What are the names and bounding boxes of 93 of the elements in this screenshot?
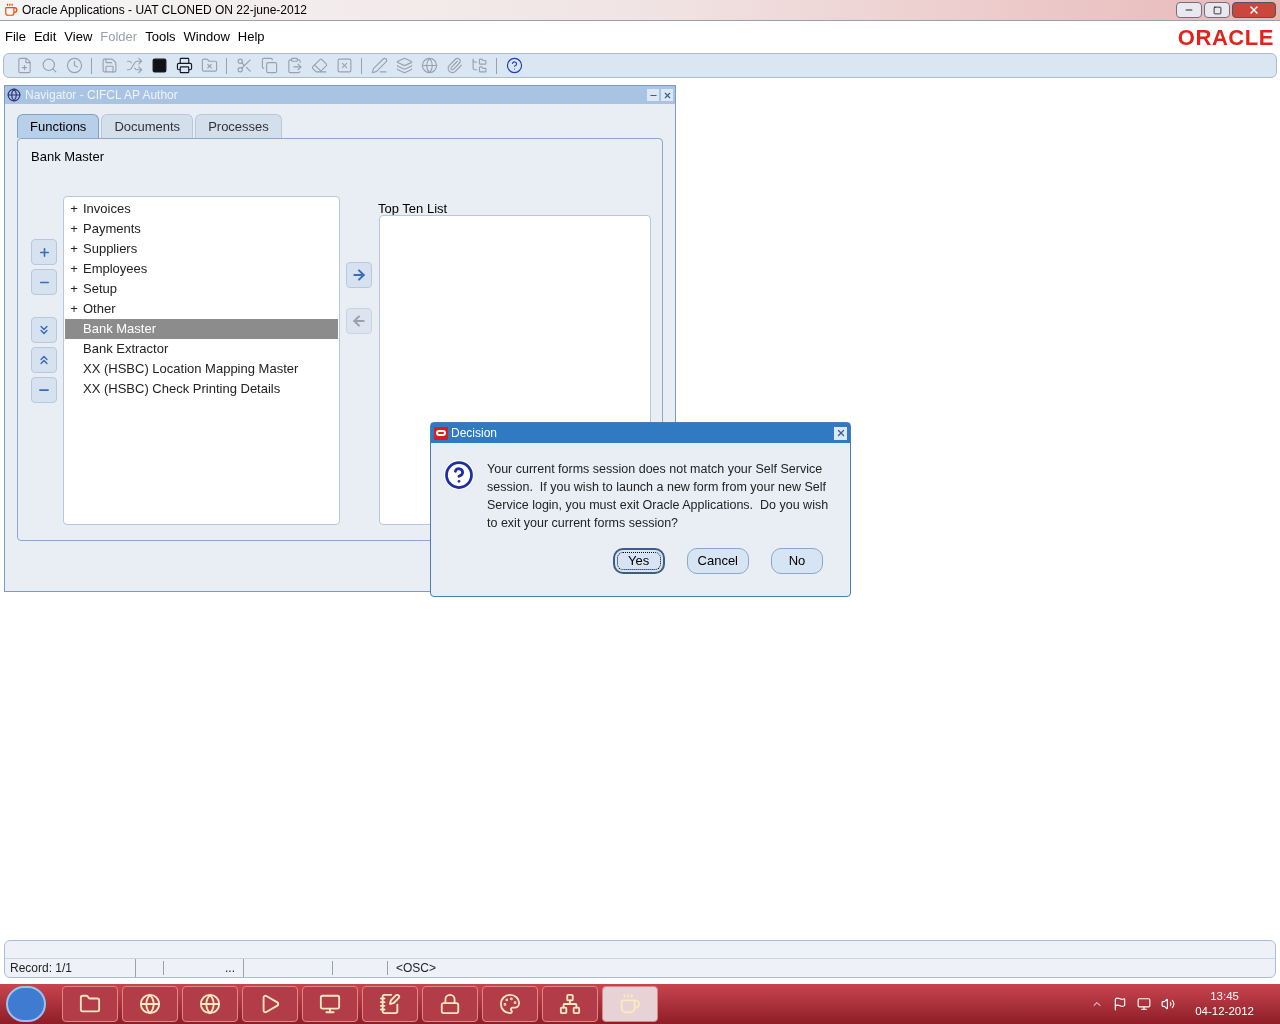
tree-item[interactable]: + Suppliers bbox=[65, 239, 338, 259]
menu-item[interactable]: Tools bbox=[145, 27, 176, 47]
app-icon bbox=[499, 993, 521, 1015]
oracle-logo: ORACLE bbox=[1177, 23, 1274, 52]
tab[interactable]: Functions bbox=[17, 114, 100, 138]
menu-item[interactable]: Window bbox=[183, 27, 230, 47]
taskbar-app-icon[interactable] bbox=[62, 986, 118, 1022]
tree-item[interactable]: Bank Extractor bbox=[65, 339, 338, 359]
start-button[interactable] bbox=[6, 986, 46, 1022]
current-function: Bank Master bbox=[31, 148, 104, 166]
dialog-button[interactable]: Yes bbox=[612, 548, 665, 574]
app-icon bbox=[79, 993, 101, 1015]
taskbar-app-icon[interactable] bbox=[422, 986, 478, 1022]
tree-label: Suppliers bbox=[83, 240, 138, 259]
minimize-button[interactable] bbox=[647, 89, 659, 101]
taskbar-app-icon[interactable] bbox=[242, 986, 298, 1022]
taskbar-app-icon[interactable] bbox=[302, 986, 358, 1022]
tree-item[interactable]: + Invoices bbox=[65, 199, 338, 219]
expand-marker[interactable]: + bbox=[70, 281, 78, 297]
expand-marker[interactable]: + bbox=[70, 221, 78, 237]
record-count: Record: 1/1 bbox=[5, 959, 136, 977]
volume-icon[interactable] bbox=[1161, 997, 1176, 1011]
menu-item[interactable]: Edit bbox=[33, 27, 57, 47]
close-icon bbox=[662, 90, 672, 100]
clock[interactable]: 13:45 04-12-2012 bbox=[1195, 989, 1254, 1019]
tree-label: Bank Extractor bbox=[83, 340, 169, 359]
tree-label: Invoices bbox=[83, 200, 131, 219]
navigator-title: Navigator - CIFCL AP Author bbox=[25, 87, 178, 104]
taskbar-app-icon[interactable] bbox=[482, 986, 538, 1022]
app-icon bbox=[439, 993, 461, 1015]
tree-label: Employees bbox=[83, 260, 148, 279]
expand-marker[interactable]: + bbox=[70, 301, 78, 317]
app-icon bbox=[139, 993, 161, 1015]
expand-marker[interactable]: + bbox=[70, 261, 78, 277]
mode-indicator: <OSC> bbox=[395, 960, 437, 977]
app-icon bbox=[199, 993, 221, 1015]
question-icon bbox=[444, 460, 474, 490]
taskbar-app-icon[interactable] bbox=[362, 986, 418, 1022]
menu-item[interactable]: File bbox=[5, 27, 26, 47]
status-field: ... bbox=[164, 959, 244, 977]
oracle-icon bbox=[434, 426, 448, 440]
tree-item[interactable]: + Setup bbox=[65, 279, 338, 299]
remove-from-list-button[interactable] bbox=[346, 308, 372, 334]
top-ten-label: Top Ten List bbox=[378, 200, 448, 218]
tree-label: Other bbox=[83, 300, 116, 319]
expand-button[interactable] bbox=[31, 239, 57, 265]
tab[interactable]: Processes bbox=[195, 114, 282, 138]
network-icon[interactable] bbox=[1137, 997, 1152, 1011]
expand-all-button[interactable] bbox=[31, 347, 57, 373]
tree-item[interactable]: XX (HSBC) Check Printing Details bbox=[65, 379, 338, 399]
tree-label: Setup bbox=[83, 280, 117, 299]
tree-label: XX (HSBC) Location Mapping Master bbox=[83, 360, 299, 379]
dialog-button[interactable]: No bbox=[771, 548, 823, 574]
window-title: Oracle Applications - UAT CLONED ON 22-june-2012 bbox=[22, 2, 307, 19]
expand-branch-icon bbox=[37, 323, 51, 337]
tree-item[interactable]: XX (HSBC) Location Mapping Master bbox=[65, 359, 338, 379]
dialog-button[interactable]: Cancel bbox=[686, 548, 749, 574]
close-icon bbox=[835, 428, 846, 438]
tree-label: XX (HSBC) Check Printing Details bbox=[83, 380, 281, 399]
app-icon bbox=[379, 993, 401, 1015]
tree-label: Bank Master bbox=[83, 320, 156, 339]
close-icon bbox=[1248, 4, 1260, 16]
app-icon bbox=[319, 993, 341, 1015]
expand-marker[interactable]: + bbox=[70, 201, 78, 217]
taskbar-app-icon[interactable] bbox=[542, 986, 598, 1022]
tree-label: Payments bbox=[83, 220, 141, 239]
tree-item[interactable]: + Other bbox=[65, 299, 338, 319]
taskbar-app-icon[interactable] bbox=[602, 986, 658, 1022]
close-button[interactable] bbox=[834, 426, 847, 440]
taskbar-app-icon[interactable] bbox=[182, 986, 238, 1022]
add-to-list-button[interactable] bbox=[346, 262, 372, 288]
plus-icon bbox=[37, 245, 51, 259]
maximize-button[interactable] bbox=[1204, 2, 1230, 18]
tree-item[interactable]: + Payments bbox=[65, 219, 338, 239]
tree-item[interactable]: + Employees bbox=[65, 259, 338, 279]
expand-branch-button[interactable] bbox=[31, 317, 57, 343]
minimize-button[interactable] bbox=[1176, 2, 1202, 18]
dialog-message: Your current forms session does not match your Self Service session. If you wish to launch a new form from your new Self Service login, you must exit Oracle Applications. Do you wish to exit your current forms session? bbox=[487, 461, 830, 532]
maximize-icon bbox=[1212, 5, 1222, 15]
tab[interactable]: Documents bbox=[101, 114, 194, 138]
app-icon bbox=[559, 993, 581, 1015]
menu-item[interactable]: View bbox=[64, 27, 93, 47]
menu-item[interactable]: Help bbox=[237, 27, 265, 47]
expand-all-icon bbox=[37, 353, 51, 367]
flag-icon[interactable] bbox=[1113, 997, 1128, 1011]
dialog-title: Decision bbox=[451, 425, 498, 442]
close-button[interactable] bbox=[661, 89, 673, 101]
collapse-all-button[interactable] bbox=[31, 377, 57, 403]
close-button[interactable] bbox=[1232, 2, 1276, 18]
java-icon bbox=[4, 3, 18, 17]
expand-marker[interactable]: + bbox=[70, 241, 78, 257]
arrow-right-icon bbox=[351, 267, 367, 283]
taskbar-app-icon[interactable] bbox=[122, 986, 178, 1022]
